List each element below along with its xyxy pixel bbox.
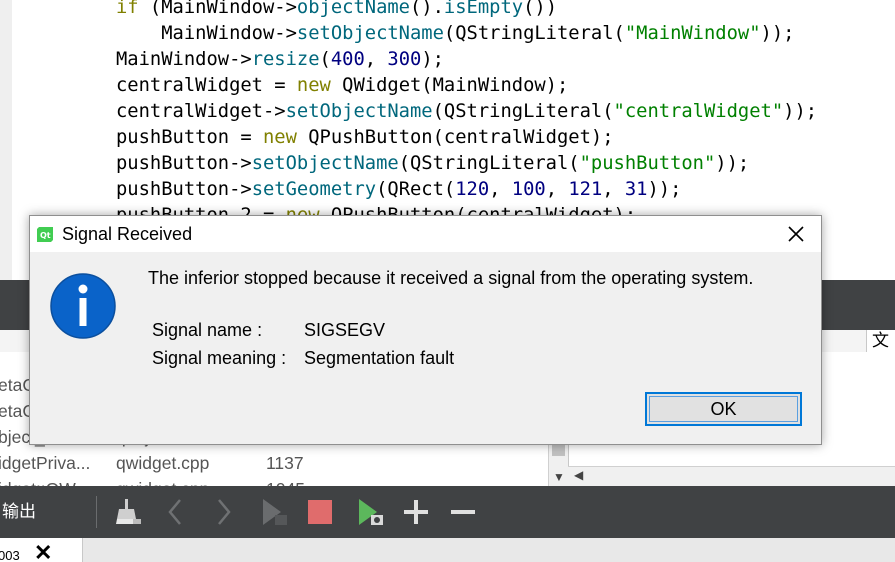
code-token: "centralWidget" <box>613 101 784 122</box>
code-token: )); <box>647 179 682 200</box>
code-token: "pushButton" <box>579 153 716 174</box>
code-line[interactable]: MainWindow->setObjectName(QStringLiteral… <box>116 21 794 47</box>
code-token: setObjectName <box>251 153 399 174</box>
signal-received-dialog: Qt Signal Received The inferior stopped … <box>29 215 822 445</box>
code-token: pushButton-> <box>116 179 252 200</box>
code-line[interactable]: if (MainWindow->objectName().isEmpty()) <box>116 0 557 21</box>
code-token: )); <box>783 101 818 122</box>
tab-label: 003 <box>0 548 20 562</box>
code-token: (QRect( <box>376 179 456 200</box>
tab-bar: 003 ✕ <box>0 538 895 562</box>
code-token: 300 <box>387 49 422 70</box>
file-cell: qwidget.cpp <box>116 453 210 473</box>
dialog-message: The inferior stopped because it received… <box>148 268 754 288</box>
line-cell: 1045 <box>266 476 305 486</box>
code-token: QPushButton(centralWidget); <box>308 127 614 148</box>
signal-meaning-label: Signal meaning : <box>152 348 287 368</box>
dialog-title: Signal Received <box>62 224 193 244</box>
close-icon[interactable]: ✕ <box>34 542 52 562</box>
code-token: , <box>602 179 625 200</box>
code-token: centralWidget-> <box>116 101 286 122</box>
scroll-down-arrow-icon[interactable]: ▼ <box>553 470 565 484</box>
code-line[interactable]: pushButton->setObjectName(QStringLiteral… <box>116 151 749 177</box>
remove-icon[interactable] <box>447 496 479 528</box>
code-token: MainWindow-> <box>116 23 297 44</box>
code-token: (QStringLiteral( <box>432 101 614 122</box>
code-line[interactable]: centralWidget = new QWidget(MainWindow); <box>116 73 568 99</box>
code-token: 121 <box>568 179 603 200</box>
clean-brush-icon[interactable] <box>112 496 144 528</box>
code-token: 120 <box>455 179 490 200</box>
run-debug-disabled-icon <box>258 496 290 528</box>
signal-name-label: Signal name : <box>152 320 263 340</box>
code-token: ()) <box>523 0 557 18</box>
code-token: 100 <box>511 179 546 200</box>
table-row[interactable]: idget::QW... qwidget.cpp 1045 <box>0 476 548 486</box>
info-icon <box>50 273 116 339</box>
line-cell: 1137 <box>266 453 304 473</box>
next-arrow-icon[interactable] <box>207 496 239 528</box>
debug-toolbar: 输出 <box>0 486 895 538</box>
tab-item[interactable]: 003 ✕ <box>0 538 83 562</box>
signal-meaning-value: Segmentation fault <box>304 348 455 368</box>
code-token: setGeometry <box>251 179 377 200</box>
code-token: QWidget(MainWindow); <box>342 75 569 96</box>
scroll-left-arrow-icon[interactable]: ◀ <box>574 468 583 482</box>
code-token: (QStringLiteral( <box>398 153 580 174</box>
code-token: , <box>489 179 512 200</box>
code-token: pushButton-> <box>116 153 252 174</box>
code-token: )); <box>760 23 795 44</box>
code-token: ); <box>421 49 444 70</box>
run-debug-icon[interactable] <box>354 496 386 528</box>
file-column-header[interactable]: 文件 <box>866 330 895 352</box>
code-token: (MainWindow-> <box>149 0 297 18</box>
dialog-titlebar[interactable]: Qt Signal Received <box>30 216 821 252</box>
horizontal-scrollbar[interactable]: ◀ <box>568 466 895 487</box>
code-token: centralWidget = <box>116 75 297 96</box>
close-icon[interactable] <box>784 222 808 246</box>
qt-app-icon: Qt <box>37 227 53 242</box>
toolbar-separator <box>96 496 97 528</box>
code-token: MainWindow-> <box>116 49 252 70</box>
code-token: resize <box>251 49 320 70</box>
editor-gutter <box>0 0 12 280</box>
code-token: (QStringLiteral( <box>443 23 625 44</box>
code-token: isEmpty <box>443 0 524 18</box>
function-cell: idget::QW... <box>0 476 89 486</box>
code-token: objectName <box>296 0 410 18</box>
code-token: new <box>296 75 343 96</box>
ok-button[interactable]: OK <box>645 392 802 426</box>
add-icon[interactable] <box>400 496 432 528</box>
code-token: ( <box>319 49 331 70</box>
code-line[interactable]: centralWidget->setObjectName(QStringLite… <box>116 99 817 125</box>
code-token: (). <box>410 0 444 18</box>
svg-text:Qt: Qt <box>40 231 51 240</box>
code-token: 400 <box>330 49 365 70</box>
table-row[interactable]: idgetPriva... qwidget.cpp 1137 <box>0 450 548 476</box>
code-token: setObjectName <box>285 101 433 122</box>
signal-name-value: SIGSEGV <box>304 320 386 340</box>
code-token: new <box>263 127 309 148</box>
prev-arrow-icon[interactable] <box>160 496 192 528</box>
code-token: setObjectName <box>296 23 444 44</box>
code-token: , <box>364 49 388 70</box>
code-line[interactable]: pushButton->setGeometry(QRect(120, 100, … <box>116 177 681 203</box>
code-token: )); <box>715 153 750 174</box>
code-line[interactable]: MainWindow->resize(400, 300); <box>116 47 444 73</box>
code-token: 31 <box>624 179 648 200</box>
code-token: pushButton = <box>116 127 263 148</box>
ok-button-label: OK <box>710 398 737 419</box>
code-token: , <box>545 179 569 200</box>
code-line[interactable]: pushButton = new QPushButton(centralWidg… <box>116 125 614 151</box>
stop-icon[interactable] <box>304 496 336 528</box>
file-cell: qwidget.cpp <box>116 476 209 486</box>
code-token: "MainWindow" <box>624 23 761 44</box>
code-token: if <box>116 0 150 18</box>
output-label[interactable]: 输出 <box>2 486 36 538</box>
function-cell: idgetPriva... <box>0 453 91 473</box>
